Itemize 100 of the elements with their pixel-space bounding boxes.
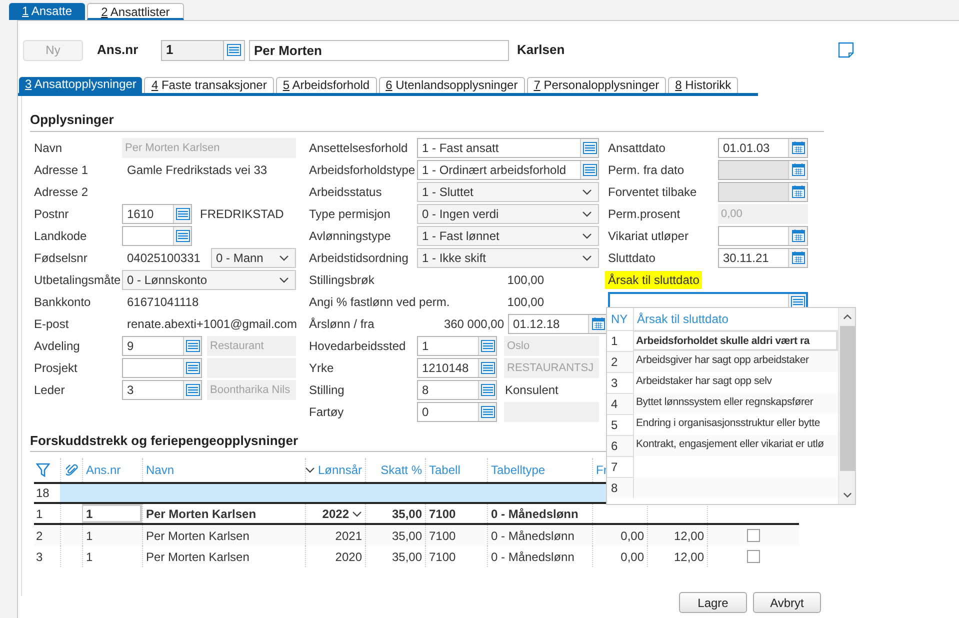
field-label: Ansettelsesforhold — [309, 140, 409, 156]
list-icon — [582, 164, 596, 176]
dropdown[interactable]: 1 - Ikke skift — [417, 248, 599, 268]
dropdown[interactable]: 0 - Ingen verdi — [417, 204, 599, 224]
tab[interactable]: 6 Utenlandsopplysninger — [378, 77, 525, 93]
scrollbar[interactable] — [838, 308, 855, 504]
scroll-down-icon[interactable] — [842, 492, 852, 498]
table-cell: 0,00 — [592, 525, 647, 546]
dropdown[interactable]: 1 - Sluttet — [417, 182, 599, 202]
lookup-button[interactable] — [173, 226, 191, 244]
lookup-field[interactable] — [122, 358, 202, 378]
last-name-label: Karlsen — [517, 41, 565, 60]
tab[interactable]: 7 Personalopplysninger — [526, 77, 666, 93]
field-label: Ans.nr — [97, 41, 140, 60]
tab[interactable]: 8 Historikk — [668, 77, 738, 93]
field-label: Navn — [34, 140, 64, 156]
field-label: Forventet tilbake — [608, 184, 698, 200]
lookup-field[interactable]: 1210148 — [417, 358, 497, 378]
date-field[interactable]: 01.12.18 — [508, 314, 608, 334]
lookup-field[interactable]: 9 — [122, 336, 202, 356]
field-value: 61671041118 — [126, 294, 199, 310]
section-title: Forskuddstrekk og feriepengeopplysninger — [30, 432, 298, 448]
lookup-button[interactable] — [183, 358, 201, 376]
table-cell: 0 - Månedslønn — [487, 525, 592, 546]
field-label: Utbetalingsmåte — [34, 272, 122, 288]
dropdown[interactable]: 0 - Lønnskonto — [122, 270, 296, 290]
field-label: Arbeidstidsordning — [309, 250, 410, 266]
disabled-field: Boontharika Nils — [207, 380, 296, 400]
lookup-button[interactable] — [173, 204, 191, 222]
field-label: Vikariat utløper — [608, 228, 690, 244]
lookup-field[interactable]: 3 — [122, 380, 202, 400]
checkbox[interactable] — [747, 550, 760, 563]
list-icon — [176, 230, 190, 242]
table-row[interactable]: 2 1 Per Morten Karlsen 2021 35,00 7100 0 - Månedslønn 0,00 12,00 — [34, 525, 799, 546]
button[interactable]: Avbryt — [753, 592, 821, 613]
paperclip-icon[interactable] — [66, 463, 78, 477]
list-item[interactable]: Arbeidsforholdet skulle aldri vært ra — [633, 330, 838, 351]
employee-number-field[interactable]: 1 — [161, 40, 245, 60]
list-icon — [480, 406, 494, 418]
table-cell: Per Morten Karlsen — [142, 525, 305, 546]
row-number: 8 — [607, 477, 633, 498]
tab[interactable]: 4 Faste transaksjoner — [144, 77, 274, 93]
date-field[interactable]: 01.01.03 — [718, 138, 808, 158]
list-icon — [186, 340, 200, 352]
filter-icon — [36, 463, 50, 477]
lookup-button[interactable] — [183, 336, 201, 354]
date-field[interactable] — [718, 226, 808, 246]
field-label: Fødselsnr — [34, 250, 88, 266]
lookup-button[interactable] — [478, 358, 496, 376]
row-number: 3 — [35, 548, 44, 566]
list-icon — [582, 142, 596, 154]
lookup-field[interactable] — [122, 226, 192, 246]
first-name-field[interactable]: Per Morten — [249, 40, 509, 60]
lookup-field[interactable]: 8 — [417, 380, 497, 400]
field-label: Arbeidsforholdstype — [309, 162, 416, 178]
scroll-up-icon[interactable] — [842, 314, 852, 320]
field-label: Type permisjon — [309, 206, 392, 222]
chevron-down-icon — [582, 232, 592, 238]
lookup-field[interactable]: 0 — [417, 402, 497, 422]
button[interactable]: Lagre — [679, 592, 747, 613]
table-cell: Per Morten Karlsen — [142, 504, 305, 523]
calendar-icon — [792, 229, 804, 242]
lookup-button[interactable] — [478, 402, 496, 420]
lookup-field[interactable]: 1 — [417, 336, 497, 356]
tab[interactable]: 5 Arbeidsforhold — [276, 77, 377, 93]
lookup-button[interactable] — [183, 380, 201, 398]
row-number: 6 — [607, 435, 633, 456]
column-header[interactable]: Skatt % — [380, 461, 422, 479]
table-cell: 0 - Månedslønn — [487, 546, 592, 567]
calendar-icon — [792, 251, 804, 264]
lookup-button[interactable] — [478, 336, 496, 354]
lookup-button[interactable] — [580, 160, 598, 178]
lookup-field[interactable]: 1 - Fast ansatt — [417, 138, 599, 158]
calendar-button[interactable] — [788, 248, 807, 266]
lookup-button[interactable] — [478, 380, 496, 398]
tab[interactable]: 3 Ansattopplysninger — [19, 77, 142, 93]
table-row[interactable]: 3 1 Per Morten Karlsen 2020 35,00 7100 0 - Månedslønn 0,00 12,00 — [34, 546, 799, 567]
list-icon — [186, 384, 200, 396]
field-label: Hovedarbeidssted — [309, 338, 407, 354]
column-header: NY — [610, 311, 629, 328]
note-icon[interactable] — [838, 42, 854, 58]
lookup-button[interactable] — [223, 40, 244, 60]
calendar-button[interactable] — [588, 314, 607, 332]
lookup-field[interactable]: 1610 — [122, 204, 192, 224]
row-number: 5 — [607, 414, 633, 435]
dropdown[interactable]: 1 - Fast lønnet — [417, 226, 599, 246]
lookup-field[interactable]: 1 - Ordinært arbeidsforhold — [417, 160, 599, 180]
scroll-thumb[interactable] — [840, 326, 854, 471]
row-number: 4 — [607, 393, 633, 414]
tab[interactable]: 2 Ansattlister — [87, 3, 184, 20]
field-label: Prosjekt — [34, 360, 78, 376]
dropdown[interactable]: 0 - Mann — [211, 248, 296, 268]
lookup-button[interactable] — [580, 138, 598, 156]
calendar-button[interactable] — [788, 226, 807, 244]
date-field[interactable]: 30.11.21 — [718, 248, 808, 268]
calendar-button[interactable] — [788, 138, 807, 156]
table-cell: 35,00 — [365, 504, 425, 523]
row-number: 1 — [607, 330, 633, 351]
tab[interactable]: 1 Ansatte — [9, 3, 86, 20]
checkbox[interactable] — [747, 529, 760, 542]
